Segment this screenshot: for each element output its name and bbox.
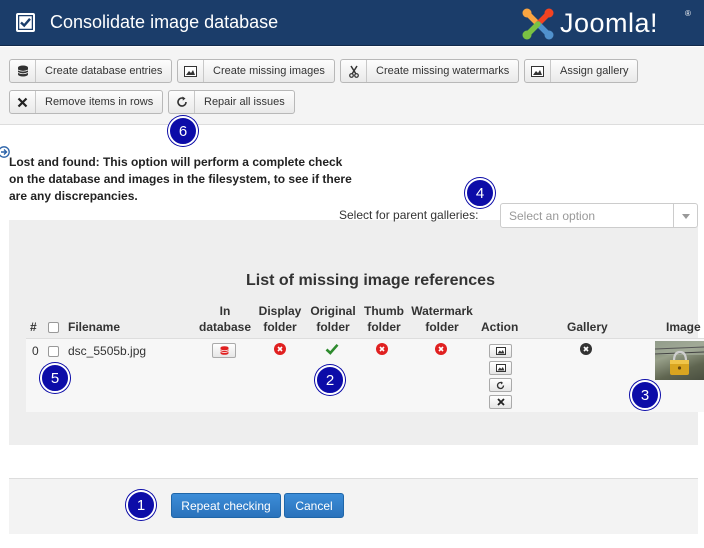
- repair-all-issues-button[interactable]: Repair all issues: [168, 90, 295, 114]
- header-line: In: [219, 304, 231, 318]
- database-icon: [219, 346, 229, 355]
- column-header-action: Action: [481, 320, 519, 334]
- header-line: folder: [316, 320, 350, 334]
- callout-badge: 4: [465, 178, 495, 208]
- padlock-photo-icon: [655, 341, 704, 375]
- create-database-entry-button[interactable]: [212, 343, 236, 358]
- remove-items-in-rows-button[interactable]: Remove items in rows: [9, 90, 164, 114]
- close-icon: [496, 398, 505, 406]
- header-line: Original: [310, 304, 356, 318]
- column-header-in-database: In database: [196, 304, 254, 335]
- select-all-checkbox[interactable]: [48, 322, 59, 333]
- repair-row-button[interactable]: [489, 378, 512, 392]
- button-label: Repair all issues: [204, 96, 285, 108]
- image-icon: [495, 347, 506, 355]
- page-header: Consolidate image database Joomla! ®: [0, 0, 704, 46]
- remove-row-button[interactable]: [489, 395, 512, 409]
- column-header-num: #: [30, 320, 37, 334]
- button-label: Create database entries: [45, 65, 163, 77]
- callout-badge: 6: [168, 116, 198, 146]
- column-header-original-folder: Original folder: [307, 304, 359, 335]
- scissors-icon: [341, 60, 367, 82]
- create-image-button[interactable]: [489, 344, 512, 358]
- parent-gallery-label: Select for parent galleries:: [339, 208, 479, 222]
- button-label: Assign gallery: [560, 65, 629, 77]
- create-watermark-button[interactable]: [489, 361, 512, 375]
- column-header-filename: Filename: [68, 320, 121, 334]
- header-line: folder: [367, 320, 401, 334]
- header-line: database: [198, 320, 252, 334]
- callout-badge: 1: [126, 490, 156, 520]
- footer-panel: [9, 478, 698, 534]
- row-filename: dsc_5505b.jpg: [68, 344, 147, 358]
- refresh-icon: [169, 91, 195, 113]
- create-missing-watermarks-button[interactable]: Create missing watermarks: [340, 59, 520, 83]
- row-number: 0: [32, 344, 39, 358]
- create-missing-images-button[interactable]: Create missing images: [177, 59, 335, 83]
- toolbar: Create database entries Create missing i…: [0, 47, 704, 125]
- page-title: Consolidate image database: [50, 12, 279, 32]
- image-icon: [525, 60, 551, 82]
- button-label: Create missing watermarks: [376, 65, 510, 77]
- select-placeholder: Select an option: [509, 209, 596, 223]
- column-header-image: Image: [666, 320, 701, 334]
- chevron-down-icon: [673, 204, 697, 227]
- error-icon: [274, 343, 286, 355]
- error-icon: [435, 343, 447, 355]
- description-text: Lost and found: This option will perform…: [9, 155, 352, 203]
- joomla-logo-icon: [522, 8, 554, 40]
- logo-registered-mark: ®: [685, 9, 691, 18]
- header-line: Display: [258, 304, 302, 318]
- row-checkbox[interactable]: [48, 346, 59, 357]
- error-icon: [376, 343, 388, 355]
- column-header-watermark-folder: Watermark folder: [408, 304, 476, 335]
- repeat-checking-button[interactable]: Repeat checking: [171, 493, 281, 518]
- header-line: folder: [263, 320, 297, 334]
- error-icon: [580, 343, 592, 355]
- refresh-icon: [496, 380, 505, 389]
- check-icon: [325, 343, 339, 358]
- callout-badge: 5: [40, 363, 70, 393]
- create-database-entries-button[interactable]: Create database entries: [9, 59, 173, 83]
- parent-gallery-select[interactable]: Select an option: [500, 203, 698, 228]
- close-icon: [10, 91, 36, 113]
- callout-badge: 2: [315, 365, 345, 395]
- image-icon: [495, 364, 506, 372]
- button-label: Create missing images: [213, 65, 325, 77]
- assign-gallery-button[interactable]: Assign gallery: [524, 59, 639, 83]
- callout-badge: 3: [630, 380, 660, 410]
- button-label: Remove items in rows: [45, 96, 154, 108]
- header-line: Thumb: [364, 304, 404, 318]
- list-title: List of missing image references: [246, 272, 495, 289]
- logo-text: Joomla!: [560, 8, 659, 38]
- checkbox-icon: [16, 13, 35, 32]
- header-line: Watermark: [411, 304, 473, 318]
- image-icon: [178, 60, 204, 82]
- column-header-gallery: Gallery: [567, 320, 608, 334]
- cancel-button[interactable]: Cancel: [284, 493, 344, 518]
- joomla-logo: Joomla! ®: [520, 6, 700, 42]
- header-line: folder: [425, 320, 459, 334]
- database-icon: [10, 60, 36, 82]
- image-thumbnail: [655, 341, 704, 380]
- column-header-display-folder: Display folder: [256, 304, 304, 335]
- column-header-thumb-folder: Thumb folder: [362, 304, 406, 335]
